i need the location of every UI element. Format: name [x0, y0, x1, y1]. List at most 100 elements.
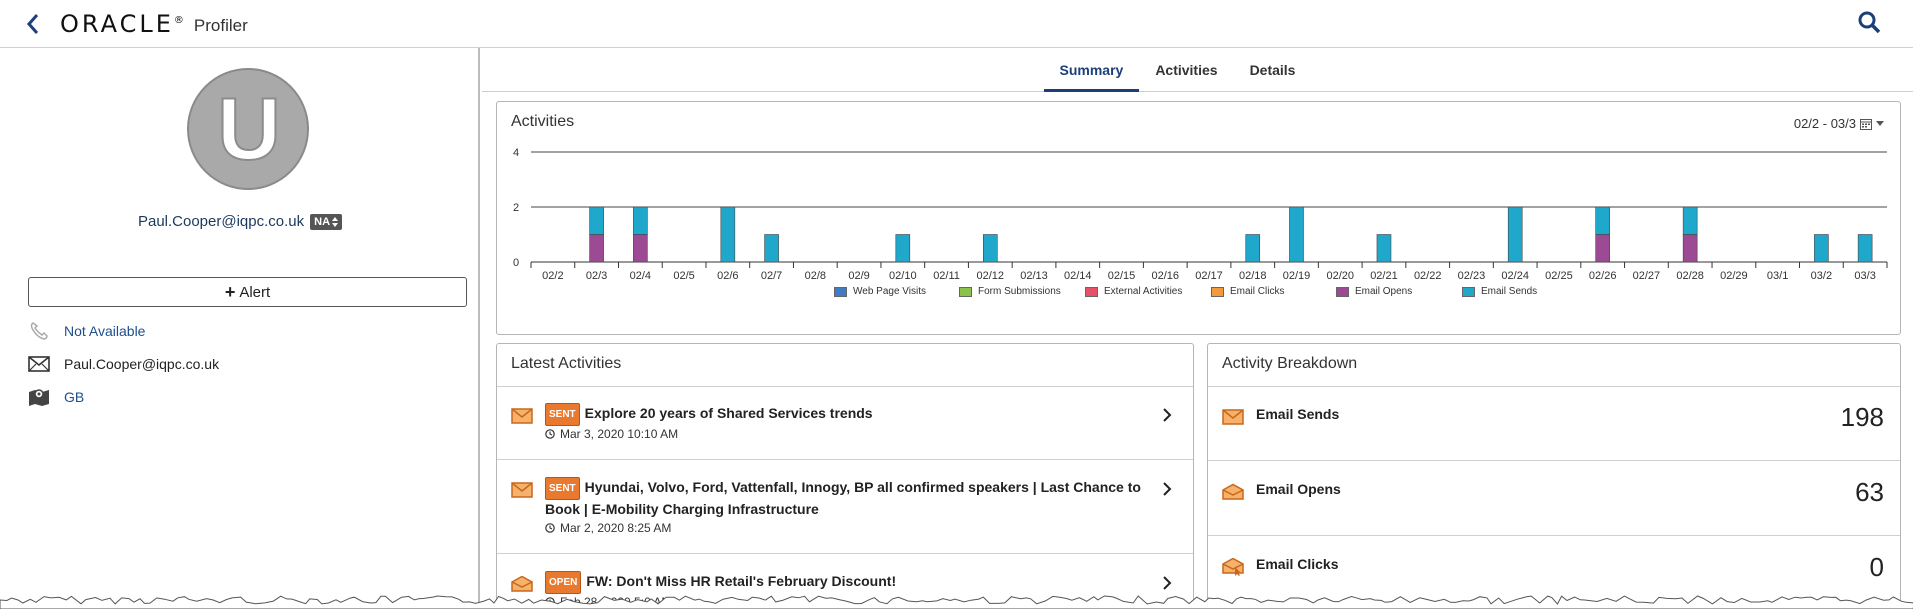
bar-email-opens[interactable]: [589, 234, 604, 263]
activity-date: Mar 3, 2020 10:10 AM: [560, 427, 679, 441]
legend-label: Email Sends: [1481, 286, 1538, 297]
phone-row: Not Available: [28, 320, 145, 342]
activity-breakdown-title: Activity Breakdown: [1222, 355, 1358, 372]
bar-email-sends[interactable]: [982, 234, 998, 263]
bar-email-opens[interactable]: [1595, 234, 1610, 263]
search-button[interactable]: [1857, 10, 1885, 38]
tab-activities[interactable]: Activities: [1139, 48, 1233, 92]
add-alert-button[interactable]: + Alert: [28, 277, 467, 307]
x-tick-label: 02/11: [933, 270, 960, 282]
legend-item[interactable]: Web Page Visits: [834, 286, 926, 297]
chevron-left-icon: [26, 13, 39, 34]
breakdown-row-email-sends[interactable]: Email Sends 198: [1208, 386, 1900, 461]
contact-email: Paul.Cooper@iqpc.co.uk: [137, 213, 305, 230]
breakdown-value: 0: [1869, 552, 1884, 582]
bar-email-sends[interactable]: [1245, 234, 1261, 263]
x-tick-label: 02/23: [1458, 270, 1486, 282]
activities-card: Activities 02/2 - 03/3 0 2 4 02/2 02/3 02/4 02…: [496, 101, 1901, 335]
bar-email-sends[interactable]: [1682, 206, 1698, 235]
legend-item[interactable]: External Activities: [1085, 286, 1182, 297]
bar-email-sends[interactable]: [895, 234, 911, 263]
y-tick-label: 4: [513, 147, 519, 159]
map-icon: [28, 386, 50, 408]
date-range-picker[interactable]: 02/2 - 03/3: [1794, 116, 1884, 131]
bar-email-sends[interactable]: [1814, 234, 1829, 263]
plus-icon: +: [224, 281, 236, 302]
legend-swatch: [1085, 286, 1098, 297]
app-header: ORACLE® Profiler: [0, 0, 1913, 48]
bar-email-sends[interactable]: [720, 206, 736, 263]
x-tick-label: 02/29: [1720, 270, 1748, 282]
phone-value[interactable]: Not Available: [64, 323, 145, 339]
breakdown-row-email-opens[interactable]: Email Opens 63: [1208, 461, 1900, 536]
email-open-icon: [511, 576, 533, 592]
oracle-logo: ORACLE®: [60, 9, 184, 38]
email-open-icon: [1222, 483, 1244, 500]
breakdown-label: Email Sends: [1256, 406, 1340, 422]
bar-email-opens[interactable]: [633, 234, 648, 263]
contact-header: Paul.Cooper@iqpc.co.uk NA: [0, 213, 480, 230]
x-tick-label: 02/8: [805, 270, 826, 282]
back-button[interactable]: [18, 9, 48, 39]
x-tick-label: 02/4: [630, 270, 651, 282]
bar-email-sends[interactable]: [1376, 234, 1392, 263]
x-tick-label: 02/12: [977, 270, 1005, 282]
location-row: GB: [28, 386, 84, 408]
legend-swatch: [959, 286, 972, 297]
search-icon: [1858, 11, 1881, 34]
bar-email-sends[interactable]: [1507, 206, 1523, 263]
na-badge[interactable]: NA: [310, 213, 343, 230]
latest-activities-title: Latest Activities: [511, 355, 622, 372]
bar-email-sends[interactable]: [589, 206, 604, 235]
legend-item[interactable]: Email Opens: [1336, 286, 1412, 297]
x-tick-label: 02/21: [1370, 270, 1398, 282]
x-tick-label: 02/15: [1108, 270, 1136, 282]
email-row: Paul.Cooper@iqpc.co.uk: [28, 353, 219, 375]
x-tick-label: 02/22: [1414, 270, 1442, 282]
email-sent-icon: [511, 408, 533, 424]
chevron-right-icon[interactable]: [1161, 482, 1173, 496]
activities-title: Activities: [511, 113, 575, 130]
bar-email-sends[interactable]: [1289, 206, 1304, 263]
legend-swatch: [1211, 286, 1224, 297]
chevron-right-icon[interactable]: [1161, 576, 1173, 590]
chevron-right-icon[interactable]: [1161, 408, 1173, 422]
list-item[interactable]: SENT Explore 20 years of Shared Services …: [497, 386, 1193, 460]
x-tick-label: 02/9: [848, 270, 869, 282]
status-badge: OPEN: [545, 571, 582, 594]
phone-icon: [28, 320, 50, 342]
envelope-icon: [28, 353, 50, 375]
x-tick-label: 02/26: [1589, 270, 1617, 282]
bar-email-sends[interactable]: [764, 234, 779, 263]
x-tick-label: 02/27: [1633, 270, 1661, 282]
x-tick-label: 02/13: [1020, 270, 1048, 282]
list-item[interactable]: SENT Hyundai, Volvo, Ford, Vattenfall, In…: [497, 460, 1193, 554]
calendar-icon: [1860, 118, 1872, 130]
x-tick-label: 02/28: [1676, 270, 1704, 282]
bar-email-sends[interactable]: [1857, 234, 1873, 263]
y-tick-label: 2: [513, 202, 519, 214]
activity-title: FW: Don't Miss HR Retail's February Disc…: [586, 573, 897, 589]
email-click-icon: [1222, 558, 1244, 576]
legend-item[interactable]: Email Sends: [1462, 286, 1537, 297]
country-value: GB: [64, 389, 85, 405]
status-badge: SENT: [545, 403, 580, 426]
legend-label: Email Clicks: [1230, 286, 1285, 297]
legend-item[interactable]: Form Submissions: [959, 286, 1061, 297]
bar-email-sends[interactable]: [1595, 206, 1610, 235]
activities-chart: 0 2 4 02/2 02/3 02/4 02/5 02/6 02/7 02/8 02/9 02/10…: [513, 147, 1888, 282]
email-value[interactable]: Paul.Cooper@iqpc.co.uk: [64, 356, 219, 372]
legend-item[interactable]: Email Clicks: [1211, 286, 1284, 297]
breakdown-label: Email Opens: [1256, 481, 1341, 497]
bar-email-opens[interactable]: [1682, 234, 1698, 263]
email-sent-icon: [1222, 409, 1244, 425]
legend-swatch: [1462, 286, 1475, 297]
x-tick-label: 02/16: [1151, 270, 1179, 282]
x-tick-label: 02/5: [673, 270, 694, 282]
tab-details[interactable]: Details: [1234, 48, 1312, 92]
tab-summary[interactable]: Summary: [1043, 48, 1140, 92]
x-tick-label: 02/17: [1195, 270, 1223, 282]
bar-email-sends[interactable]: [633, 206, 648, 235]
activity-breakdown-card: Activity Breakdown Email Sends 198 Email…: [1207, 343, 1901, 609]
legend-label: Email Opens: [1355, 286, 1413, 297]
